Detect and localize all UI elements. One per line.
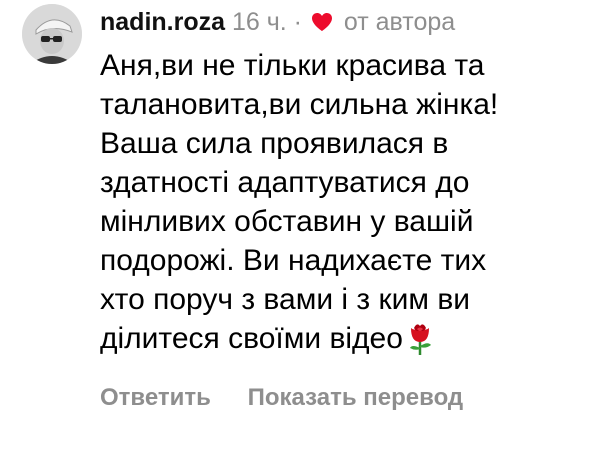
comment-line: талановита,ви сильна жінка! [100, 88, 499, 121]
comment-header: nadin.roza 16 ч. · от автора [100, 4, 455, 40]
show-translation-button[interactable]: Показать перевод [248, 380, 464, 416]
separator: · [293, 8, 302, 36]
comment-line: здатності адаптуватися до [100, 166, 470, 199]
comment-line: Аня,ви не тільки красива та [100, 49, 485, 82]
comment-actions: Ответить Показать перевод [100, 380, 463, 416]
comment-line-last: ділитеся своїми відео [100, 319, 580, 366]
comment-line: мінливих обставин у вашій [100, 205, 474, 238]
username[interactable]: nadin.roza [100, 8, 225, 36]
comment: nadin.roza 16 ч. · от автора Аня,ви не т… [0, 0, 600, 450]
author-badge-label: от автора [343, 8, 456, 36]
heart-icon [311, 6, 333, 42]
comment-line: Ваша сила проявилася в [100, 127, 449, 160]
comment-line-text: ділитеся своїми відео [100, 322, 403, 355]
reply-button[interactable]: Ответить [100, 380, 211, 416]
avatar-image [22, 4, 82, 64]
timestamp: 16 ч. [231, 8, 287, 36]
rose-emoji [405, 320, 435, 366]
avatar[interactable] [22, 4, 82, 64]
comment-line: хто поруч з вами і з ким ви [100, 283, 471, 316]
comment-body: Аня,ви не тільки красива та талановита,в… [100, 46, 580, 366]
comment-line: подорожі. Ви надихаєте тих [100, 244, 487, 277]
